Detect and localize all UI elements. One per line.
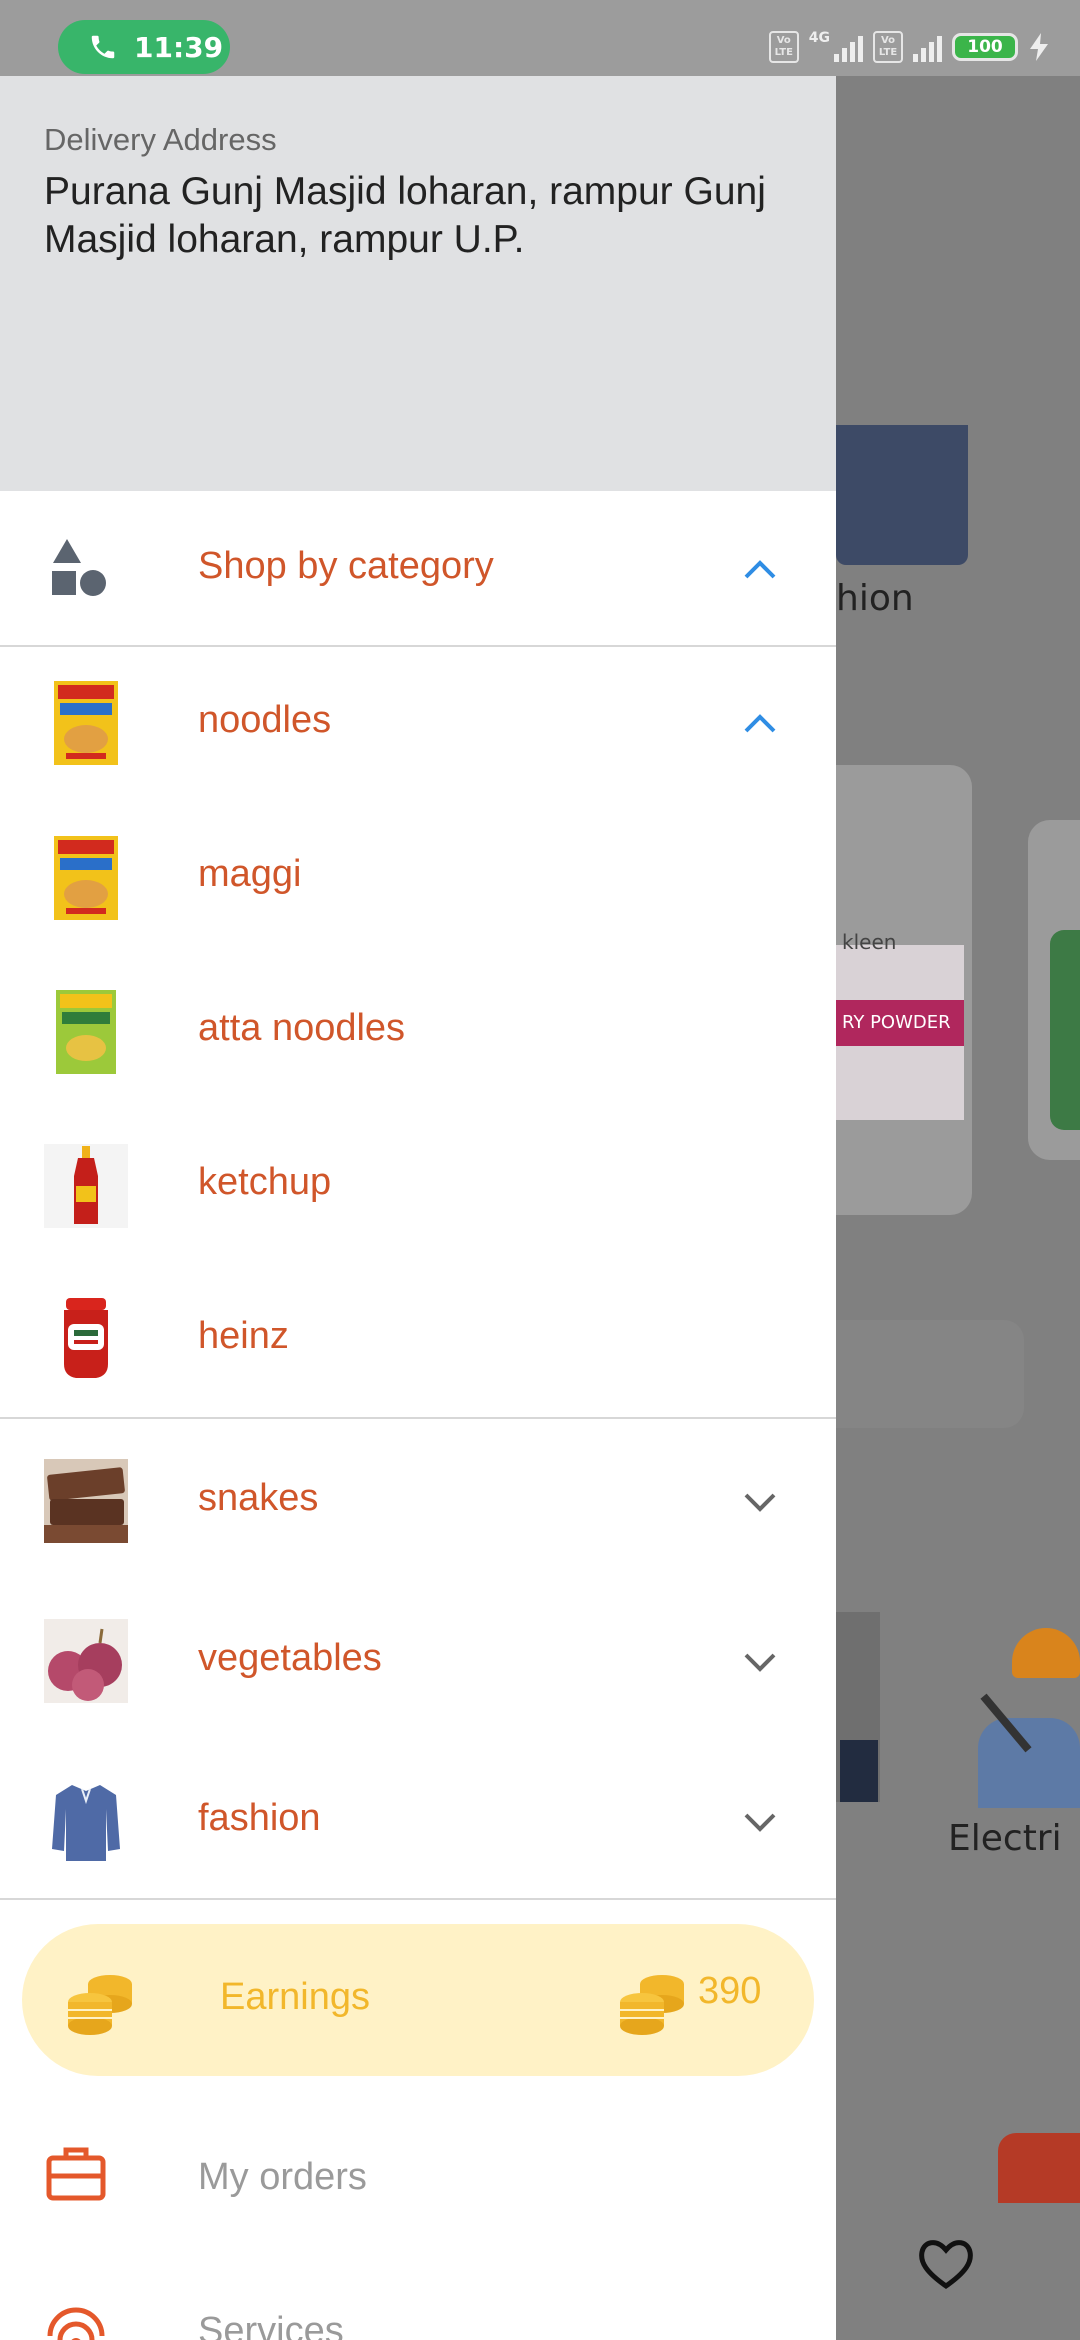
- phone-icon: [91, 35, 115, 59]
- atta-noodles-pack-icon: [56, 990, 116, 1074]
- drawer-header: Delivery Address Purana Gunj Masjid loha…: [0, 76, 836, 491]
- coins-icon: [620, 1975, 684, 2035]
- chevron-down-icon[interactable]: [742, 1649, 778, 1673]
- category-label-fashion: fashion: [198, 1797, 321, 1839]
- background-fashion-label: hion: [836, 578, 914, 619]
- ketchup-bottle-icon: [44, 1144, 128, 1228]
- background-fashion-image: [836, 425, 968, 565]
- earnings-value: 390: [698, 1970, 762, 2012]
- category-row-snakes[interactable]: snakes: [0, 1421, 836, 1579]
- navigation-drawer: Delivery Address Purana Gunj Masjid loha…: [0, 0, 836, 2340]
- background-ketchup-image: [998, 2133, 1080, 2203]
- charging-bolt-icon: [1030, 33, 1048, 61]
- network-type: 4G: [808, 30, 830, 46]
- subcategory-label-ketchup: ketchup: [198, 1161, 332, 1203]
- background-search-bar: [836, 1320, 1024, 1428]
- battery-level: 100: [967, 37, 1003, 57]
- signal-icon: [834, 32, 863, 62]
- briefcase-icon: [46, 2147, 106, 2201]
- background-electrician-image: [972, 1618, 1080, 1808]
- subcategory-row-maggi[interactable]: maggi: [0, 801, 836, 955]
- coins-icon: [68, 1975, 132, 2035]
- earnings-label: Earnings: [220, 1976, 370, 2018]
- subcategory-label-heinz: heinz: [198, 1315, 289, 1357]
- background-service-label: Electri: [948, 1818, 1062, 1859]
- noodles-pack-icon: [54, 681, 118, 765]
- divider: [0, 1898, 836, 1900]
- menu-item-my-orders[interactable]: My orders: [0, 2118, 836, 2238]
- background-pack-band-text: RY POWDER: [842, 1012, 951, 1033]
- category-row-fashion[interactable]: fashion: [0, 1741, 836, 1899]
- broadcast-icon: [47, 2307, 105, 2340]
- status-icons: Vo LTE 4G Vo LTE 100: [768, 22, 1050, 72]
- delivery-address-text[interactable]: Purana Gunj Masjid loharan, rampur Gunj …: [44, 168, 804, 264]
- delivery-address-label: Delivery Address: [44, 122, 277, 157]
- battery-icon: 100: [952, 33, 1018, 61]
- heinz-bottle-icon: [64, 1298, 108, 1378]
- background-service-image-part: [840, 1740, 878, 1802]
- noodles-pack-icon: [54, 836, 118, 920]
- chocolate-bars-icon: [44, 1459, 128, 1543]
- menu-label-my-orders: My orders: [198, 2156, 367, 2198]
- shirt-icon: [44, 1779, 128, 1863]
- signal-icon-2: [913, 32, 942, 62]
- chevron-down-icon[interactable]: [742, 1809, 778, 1833]
- volte-icon-2: Vo LTE: [873, 31, 903, 63]
- category-label-snakes: snakes: [198, 1477, 319, 1519]
- category-label-noodles: noodles: [198, 699, 332, 741]
- ongoing-call-pill[interactable]: 11:39: [58, 20, 230, 74]
- chevron-up-icon[interactable]: [742, 557, 778, 581]
- category-label-vegetables: vegetables: [198, 1637, 382, 1679]
- clock: 11:39: [134, 30, 224, 64]
- background-pack-text: kleen: [842, 930, 897, 954]
- shapes-category-icon: [52, 539, 106, 596]
- earnings-row[interactable]: Earnings 390: [22, 1924, 814, 2076]
- subcategory-label-atta-noodles: atta noodles: [198, 1007, 406, 1049]
- divider: [0, 1417, 836, 1419]
- chevron-down-icon[interactable]: [742, 1489, 778, 1513]
- subcategory-label-maggi: maggi: [198, 853, 302, 895]
- background-bottle: [1050, 930, 1080, 1130]
- status-bar: 11:39 Vo LTE 4G Vo LTE 100: [0, 0, 1080, 76]
- subcategory-row-atta-noodles[interactable]: atta noodles: [0, 955, 836, 1109]
- shop-by-category-label: Shop by category: [198, 545, 494, 587]
- onions-icon: [44, 1619, 128, 1703]
- heart-icon[interactable]: [916, 2236, 976, 2292]
- subcategory-row-ketchup[interactable]: ketchup: [0, 1109, 836, 1263]
- menu-item-services[interactable]: Services: [0, 2270, 836, 2340]
- volte-icon: Vo LTE: [768, 31, 799, 63]
- chevron-up-icon[interactable]: [742, 711, 778, 735]
- shop-by-category-row[interactable]: Shop by category: [0, 493, 836, 645]
- menu-label-services: Services: [198, 2310, 344, 2340]
- category-row-vegetables[interactable]: vegetables: [0, 1581, 836, 1739]
- subcategory-row-heinz[interactable]: heinz: [0, 1263, 836, 1417]
- category-row-noodles[interactable]: noodles: [0, 647, 836, 799]
